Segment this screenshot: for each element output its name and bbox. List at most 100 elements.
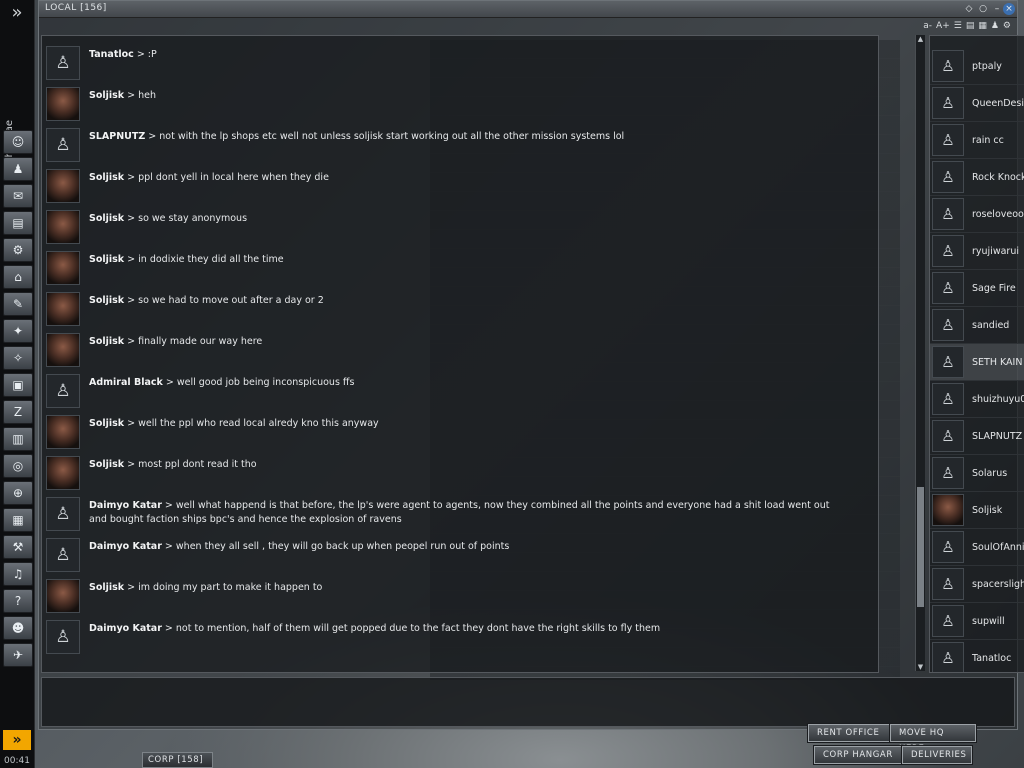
assets-icon[interactable]: ▣ — [3, 373, 33, 397]
member-item[interactable]: ♙ ptpaly — [930, 48, 1024, 85]
portrait-avatar[interactable] — [46, 210, 80, 244]
message-sender[interactable]: SLAPNUTZ — [89, 131, 145, 142]
portrait-avatar[interactable] — [46, 87, 80, 121]
list-view-icon[interactable]: ☰ — [954, 21, 962, 31]
scroll-thumb[interactable] — [917, 487, 924, 607]
message-sender[interactable]: Daimyo Katar — [89, 500, 162, 511]
message-sender[interactable]: Daimyo Katar — [89, 541, 162, 552]
starmap-icon[interactable]: ✧ — [3, 346, 33, 370]
pin-icon[interactable]: ◇ — [963, 3, 975, 15]
message-sender[interactable]: Soljisk — [89, 172, 124, 183]
deliveries-button[interactable]: DELIVERIES — [902, 746, 972, 764]
portrait-avatar[interactable] — [46, 456, 80, 490]
scroll-down-icon[interactable]: ▼ — [916, 663, 925, 671]
member-item[interactable]: ♙ roseloveoo — [930, 196, 1024, 233]
notepad-icon[interactable]: ▤ — [3, 211, 33, 235]
move-hq-button[interactable]: MOVE HQ HERE — [890, 724, 976, 754]
member-item[interactable]: ♙ Tanatloc — [930, 640, 1024, 672]
chat-input[interactable] — [41, 677, 1015, 727]
channel-settings-icon[interactable]: ⚙ — [1003, 21, 1011, 31]
portrait-avatar[interactable] — [46, 292, 80, 326]
chat-message: Soljisk > ppl dont yell in local here wh… — [42, 169, 878, 203]
portrait-avatar[interactable] — [46, 251, 80, 285]
member-item[interactable]: ♙ QueenDesire — [930, 85, 1024, 122]
member-item[interactable]: ♙ Sage Fire — [930, 270, 1024, 307]
message-scrollbar[interactable]: ▲ ▼ — [915, 35, 925, 671]
silhouette-avatar-icon[interactable]: ♙ — [46, 538, 80, 572]
headset-icon[interactable]: ♫ — [3, 562, 33, 586]
member-item[interactable]: ♙ supwill — [930, 603, 1024, 640]
member-item[interactable]: ♙ rain cc — [930, 122, 1024, 159]
members-icon[interactable]: ♟ — [991, 21, 999, 31]
portrait-avatar[interactable] — [46, 415, 80, 449]
corporation-icon[interactable]: Z — [3, 400, 33, 424]
member-item[interactable]: ♙ SoulOfAnnihilation — [930, 529, 1024, 566]
portrait-avatar[interactable] — [46, 169, 80, 203]
silhouette-avatar-icon[interactable]: ♙ — [46, 497, 80, 531]
icon-view-icon[interactable]: ▦ — [978, 21, 987, 31]
message-sender[interactable]: Soljisk — [89, 336, 124, 347]
minimize-icon[interactable]: – — [991, 3, 1003, 15]
member-item[interactable]: ♙ sandied — [930, 307, 1024, 344]
silhouette-avatar-icon[interactable]: ♙ — [46, 128, 80, 162]
market-icon[interactable]: ⌂ — [3, 265, 33, 289]
options-icon[interactable]: ○ — [977, 3, 989, 15]
rent-office-button[interactable]: RENT OFFICE — [808, 724, 894, 742]
portrait-avatar[interactable] — [46, 333, 80, 367]
portrait-icon[interactable]: ☺ — [3, 130, 33, 154]
message-sender[interactable]: Soljisk — [89, 418, 124, 429]
message-sender[interactable]: Daimyo Katar — [89, 623, 162, 634]
silhouette-avatar-icon: ♙ — [932, 346, 964, 378]
corp-hangar-button[interactable]: CORP HANGAR — [814, 746, 904, 764]
agent-icon[interactable]: ☻ — [3, 616, 33, 640]
message-text: > when they all sell , they will go back… — [164, 541, 510, 552]
member-item[interactable]: Soljisk — [930, 492, 1024, 529]
message-sender[interactable]: Soljisk — [89, 213, 124, 224]
people-icon[interactable]: ♟ — [3, 157, 33, 181]
message-list[interactable]: ♙ Tanatloc > :P Soljisk > heh ♙ SLAPNUTZ > n… — [41, 35, 879, 673]
close-icon[interactable]: × — [1003, 3, 1015, 15]
help-icon[interactable]: ? — [3, 589, 33, 613]
scroll-up-icon[interactable]: ▲ — [916, 35, 925, 43]
message-sender[interactable]: Soljisk — [89, 459, 124, 470]
map-icon[interactable]: ✦ — [3, 319, 33, 343]
member-item[interactable]: ♙ shuizhuyu01 — [930, 381, 1024, 418]
message-sender[interactable]: Soljisk — [89, 295, 124, 306]
font-larger-button[interactable]: A+ — [936, 21, 950, 31]
contracts-icon[interactable]: ▦ — [3, 508, 33, 532]
mail-icon[interactable]: ✉ — [3, 184, 33, 208]
undock-icon[interactable]: » — [3, 730, 31, 750]
message-sender[interactable]: Tanatloc — [89, 49, 134, 60]
message-sender[interactable]: Soljisk — [89, 90, 124, 101]
corp-chat-tab[interactable]: CORP [158] — [142, 752, 213, 768]
silhouette-avatar-icon[interactable]: ♙ — [46, 620, 80, 654]
member-item[interactable]: ♙ Solarus — [930, 455, 1024, 492]
font-smaller-button[interactable]: a- — [923, 21, 932, 31]
silhouette-avatar-icon: ♙ — [932, 457, 964, 489]
member-item[interactable]: ♙ SETH KAIN — [930, 344, 1024, 381]
message-sender[interactable]: Soljisk — [89, 582, 124, 593]
settings-icon[interactable]: ⚒ — [3, 535, 33, 559]
window-titlebar[interactable]: LOCAL [156] ◇ ○ – × — [39, 1, 1017, 18]
neocom-expand-icon[interactable]: » — [0, 0, 34, 26]
silhouette-avatar-icon[interactable]: ♙ — [46, 46, 80, 80]
message-sender[interactable]: Soljisk — [89, 254, 124, 265]
ship-icon[interactable]: ✈ — [3, 643, 33, 667]
member-item[interactable]: ♙ Rock Knocker — [930, 159, 1024, 196]
silhouette-avatar-icon[interactable]: ♙ — [46, 374, 80, 408]
portrait-avatar[interactable] — [46, 579, 80, 613]
member-name: Tanatloc — [972, 652, 1012, 664]
details-view-icon[interactable]: ▤ — [966, 21, 975, 31]
member-list[interactable]: ♙ ptpaly ♙ QueenDesire ♙ rain cc ♙ Rock Knocker… — [929, 35, 1024, 673]
fitting-icon[interactable]: ⚙ — [3, 238, 33, 262]
message-sender[interactable]: Admiral Black — [89, 377, 163, 388]
member-item[interactable]: ♙ ryujiwarui — [930, 233, 1024, 270]
wallet-icon[interactable]: ▥ — [3, 427, 33, 451]
message-text: > heh — [127, 90, 157, 101]
journal-icon[interactable]: ✎ — [3, 292, 33, 316]
member-item[interactable]: ♙ spacerslight — [930, 566, 1024, 603]
fleet-icon[interactable]: ⊕ — [3, 481, 33, 505]
help-ring-icon[interactable]: ◎ — [3, 454, 33, 478]
silhouette-avatar-icon: ♙ — [932, 198, 964, 230]
member-item[interactable]: ♙ SLAPNUTZ — [930, 418, 1024, 455]
